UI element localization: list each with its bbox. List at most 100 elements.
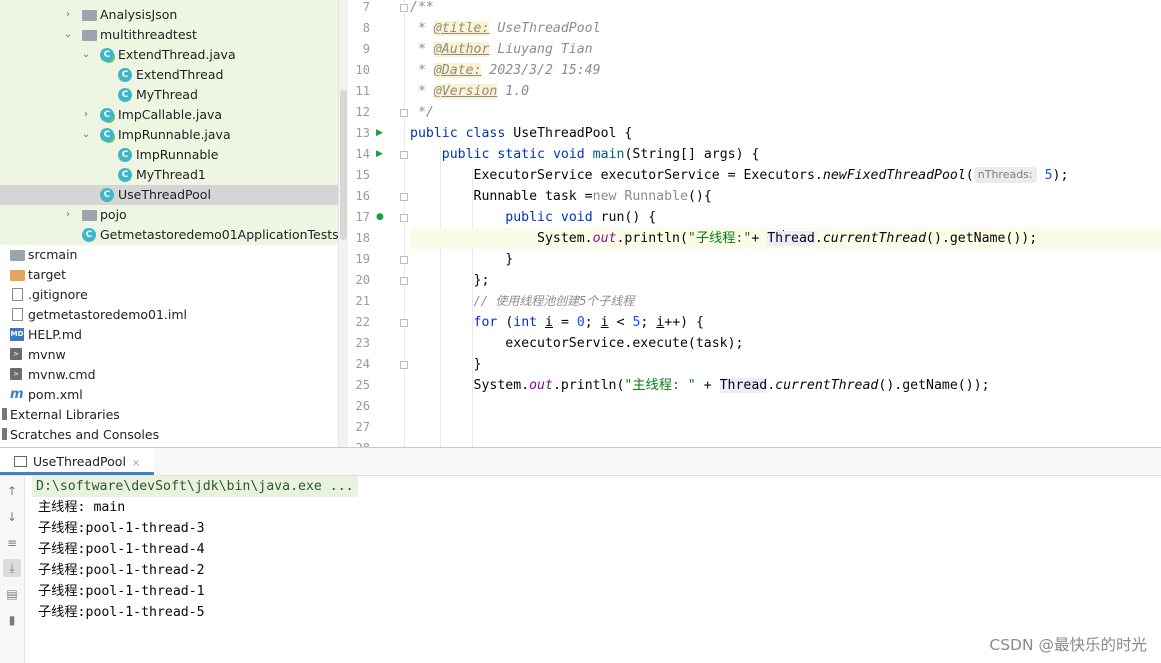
line-number: 8 xyxy=(362,21,370,35)
tree-item[interactable]: › AnalysisJson xyxy=(0,5,338,25)
fold-marker-icon[interactable] xyxy=(400,277,408,285)
code-area[interactable]: /** * @title: UseThreadPool * @Author Li… xyxy=(410,0,1161,447)
run-gutter-icon[interactable]: ▶ xyxy=(376,149,383,159)
tree-item[interactable]: › pojo xyxy=(0,205,338,225)
tree-item[interactable]: Scratches and Consoles xyxy=(0,425,338,445)
code-line-10[interactable]: * @Date: 2023/3/2 15:49 xyxy=(410,60,1161,81)
chevron-right-icon[interactable]: › xyxy=(80,105,92,125)
tree-item[interactable]: ⌄ C ImpRunnable.java xyxy=(0,125,338,145)
fold-marker-icon[interactable] xyxy=(400,319,408,327)
scroll-to-end-icon[interactable]: ⤓ xyxy=(3,559,21,577)
tree-item[interactable]: C MyThread1 xyxy=(0,165,338,185)
tree-item-label: UseThreadPool xyxy=(118,187,211,202)
tree-item[interactable]: getmetastoredemo01.iml xyxy=(0,305,338,325)
fold-marker-icon[interactable] xyxy=(400,361,408,369)
scrollbar-thumb[interactable] xyxy=(340,90,347,240)
tree-item[interactable]: > mvnw xyxy=(0,345,338,365)
tree-item[interactable]: C MyThread xyxy=(0,85,338,105)
tree-item[interactable]: ⌄ C ExtendThread.java xyxy=(0,45,338,65)
code-line-17[interactable]: public void run() { xyxy=(410,207,1161,228)
chevron-right-icon[interactable]: › xyxy=(62,205,74,225)
code-line-11[interactable]: * @Version 1.0 xyxy=(410,81,1161,102)
code-line-19[interactable]: } xyxy=(410,249,1161,270)
tree-item-label: getmetastoredemo01.iml xyxy=(28,307,188,322)
code-line-25[interactable]: System.out.println("主线程: " + Thread.curr… xyxy=(410,375,1161,396)
code-line-16[interactable]: Runnable task =new Runnable(){ xyxy=(410,186,1161,207)
code-text: < xyxy=(608,315,633,330)
console-output-line: 子线程:pool-1-thread-3 xyxy=(38,521,205,536)
cmd-file-icon: > xyxy=(10,368,22,380)
run-tab[interactable]: UseThreadPool × xyxy=(0,448,155,475)
arrow-down-icon[interactable]: ↓ xyxy=(3,508,21,526)
tree-item[interactable]: ⌄ multithreadtest xyxy=(0,25,338,45)
code-line-23[interactable]: executorService.execute(task); xyxy=(410,333,1161,354)
tree-item[interactable]: C UseThreadPool xyxy=(0,185,338,205)
fold-marker-icon[interactable] xyxy=(400,214,408,222)
tree-item[interactable]: C Getmetastoredemo01ApplicationTests xyxy=(0,225,338,245)
line-number: 10 xyxy=(355,63,370,77)
keyword: public xyxy=(441,147,490,162)
tree-item[interactable]: MD HELP.md xyxy=(0,325,338,345)
tree-item[interactable]: C ExtendThread xyxy=(0,65,338,85)
code-line-9[interactable]: * @Author Liuyang Tian xyxy=(410,39,1161,60)
code-line-15[interactable]: ExecutorService executorService = Execut… xyxy=(410,165,1161,186)
watermark: CSDN @最快乐的时光 xyxy=(989,636,1147,654)
fold-marker-icon[interactable] xyxy=(400,151,408,159)
arrow-up-icon[interactable]: ↑ xyxy=(3,482,21,500)
tree-item[interactable]: .gitignore xyxy=(0,285,338,305)
fold-marker-icon[interactable] xyxy=(400,256,408,264)
code-line-7[interactable]: /** xyxy=(410,0,1161,18)
soft-wrap-icon[interactable]: ≡ xyxy=(3,534,21,552)
close-icon[interactable]: × xyxy=(132,458,140,469)
code-line-13[interactable]: public class UseThreadPool { xyxy=(410,123,1161,144)
keyword: public xyxy=(410,126,458,141)
method-call: newFixedThreadPool xyxy=(822,168,966,183)
tree-item[interactable]: C ImpRunnable xyxy=(0,145,338,165)
tree-item[interactable]: srcmain xyxy=(0,245,338,265)
fold-marker-icon[interactable] xyxy=(400,193,408,201)
trash-icon[interactable]: ▮ xyxy=(3,611,21,629)
fold-marker-icon[interactable] xyxy=(400,4,408,12)
implements-gutter-icon[interactable]: ● xyxy=(376,212,384,222)
doc-tag-author: @Author xyxy=(433,42,490,57)
chevron-down-icon[interactable]: ⌄ xyxy=(80,125,92,145)
line-number: 21 xyxy=(355,294,370,308)
code-line-21[interactable]: // 使用线程池创建5个子线程 xyxy=(410,291,1161,312)
fold-marker-icon[interactable] xyxy=(400,109,408,117)
tree-item[interactable]: External Libraries xyxy=(0,405,338,425)
tree-item-label: MyThread xyxy=(136,87,198,102)
code-text: + xyxy=(695,378,720,393)
code-line-24[interactable]: } xyxy=(410,354,1161,375)
line-number: 28 xyxy=(348,438,370,447)
tree-item[interactable]: > mvnw.cmd xyxy=(0,365,338,385)
code-text: executorService.execute(task); xyxy=(505,336,744,351)
excluded-folder-icon xyxy=(10,270,25,281)
tree-item-label: mvnw.cmd xyxy=(28,367,96,382)
editor-gutter: 7 8 9 10 11 12 13 ▶ 14 ▶ 15 16 17 ● 18 19 20 21 22 23 24 25 26… xyxy=(348,0,408,447)
code-line-8[interactable]: * @title: UseThreadPool xyxy=(410,18,1161,39)
code-line-12[interactable]: */ xyxy=(410,102,1161,123)
code-line-18[interactable]: System.out.println("子线程:"+ Thread.curren… xyxy=(410,228,1161,249)
console-output-line: 主线程: main xyxy=(38,500,126,515)
code-line-14[interactable]: public static void main(String[] args) { xyxy=(410,144,1161,165)
chevron-right-icon[interactable]: › xyxy=(62,5,74,25)
code-line-20[interactable]: }; xyxy=(410,270,1161,291)
code-line-22[interactable]: for (int i = 0; i < 5; i++) { xyxy=(410,312,1161,333)
code-editor[interactable]: 7 8 9 10 11 12 13 ▶ 14 ▶ 15 16 17 ● 18 19 20 21 22 23 24 25 26… xyxy=(348,0,1161,447)
line-number: 18 xyxy=(355,231,370,245)
code-text: System. xyxy=(537,231,593,246)
class-icon: C xyxy=(100,188,114,202)
tree-item[interactable]: target xyxy=(0,265,338,285)
chevron-down-icon[interactable]: ⌄ xyxy=(80,45,92,65)
project-tree-scrollbar[interactable] xyxy=(338,0,348,447)
print-icon[interactable]: ▤ xyxy=(3,585,21,603)
java-file-icon: C xyxy=(100,48,114,62)
tree-item-label: ImpRunnable xyxy=(136,147,219,162)
tree-item[interactable]: m pom.xml xyxy=(0,385,338,405)
field-out: out xyxy=(592,231,617,246)
tree-item[interactable]: › C ImpCallable.java xyxy=(0,105,338,125)
code-text: (String[] args) { xyxy=(624,147,760,162)
keyword: public xyxy=(505,210,553,225)
run-gutter-icon[interactable]: ▶ xyxy=(376,128,383,138)
chevron-down-icon[interactable]: ⌄ xyxy=(62,25,74,45)
